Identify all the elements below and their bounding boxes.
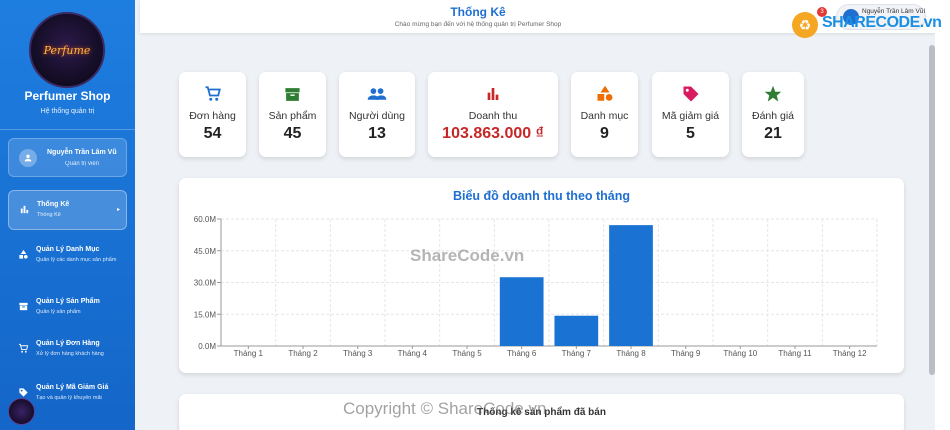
stat-card-users[interactable]: Người dùng 13 [339, 72, 415, 157]
sidebar-item-desc: Xử lý đơn hàng khách hàng [36, 351, 104, 357]
x-tick-label: Tháng 2 [288, 349, 318, 358]
x-tick-label: Tháng 7 [562, 349, 592, 358]
sidebar-item-desc: Thống Kê [37, 212, 61, 218]
x-tick-label: Tháng 1 [234, 349, 264, 358]
stat-card-coupons[interactable]: Mã giảm giá 5 [652, 72, 729, 157]
scrollbar-track[interactable] [935, 0, 950, 430]
floating-logo-button[interactable] [8, 398, 35, 425]
chart-bar [609, 225, 653, 346]
sidebar-item-label: Thống Kê [37, 201, 70, 208]
recycle-icon: ♻ [792, 12, 818, 38]
stat-value: 5 [686, 125, 695, 142]
stat-card-revenue[interactable]: Doanh thu 103.863.000 ₫ [428, 72, 558, 157]
shop-logo[interactable]: Perfume [29, 12, 105, 88]
logo-lettering: Perfume [43, 43, 91, 57]
y-tick-label: 0.0M [198, 342, 216, 351]
stat-value: 9 [600, 125, 609, 142]
stat-card-reviews[interactable]: Đánh giá 21 [742, 72, 804, 157]
user-avatar-icon [19, 149, 37, 167]
page-subtitle: Chào mừng bạn đến với hệ thống quản trị … [394, 21, 562, 28]
stat-value: 45 [283, 125, 302, 142]
cart-icon [17, 343, 29, 355]
sidebar-item-orders[interactable]: Quản Lý Đơn Hàng Xử lý đơn hàng khách hà… [8, 330, 127, 370]
shop-name: Perfumer Shop [24, 89, 111, 103]
x-tick-label: Tháng 6 [507, 349, 537, 358]
stat-value: 13 [368, 125, 386, 142]
sidebar-item-categories[interactable]: Quản Lý Danh Mục Quản lý các danh mục sả… [8, 236, 127, 276]
sidebar-item-label: Quản Lý Sản Phẩm [36, 298, 100, 305]
x-tick-label: Tháng 12 [833, 349, 867, 358]
archive-icon [259, 85, 326, 103]
x-tick-label: Tháng 8 [616, 349, 646, 358]
sidebar-item-label: Quản Lý Đơn Hàng [36, 340, 100, 347]
copyright-watermark: Copyright © ShareCode.vn [343, 399, 547, 418]
sidebar-item-label: Quản Lý Mã Giảm Giá [36, 384, 109, 391]
stat-card-products[interactable]: Sản phẩm 45 [259, 72, 326, 157]
chevron-right-icon: ▸ [116, 207, 120, 213]
revenue-chart-card: Biểu đồ doanh thu theo tháng 0.0M 15.0M 30… [179, 178, 904, 373]
stat-label: Mã giảm giá [661, 110, 720, 122]
sidebar-item-desc: Tạo và quản lý khuyến mãi [36, 395, 102, 401]
stat-value: 54 [203, 125, 222, 142]
sidebar-item-desc: Quản lý sản phẩm [36, 309, 81, 315]
stat-label: Doanh thu [468, 110, 518, 122]
user-name: Nguyễn Trần Lâm Vũ [47, 149, 117, 156]
stat-value: 103.863.000 ₫ [442, 125, 544, 142]
chart-bar [499, 277, 544, 346]
sidebar-item-statistics[interactable]: Thống Kê Thống Kê ▸ [8, 190, 127, 230]
center-watermark: ShareCode.vn [410, 246, 525, 265]
shop-subtitle: Hệ thống quản trị [40, 108, 95, 115]
chart-bar [554, 315, 599, 346]
revenue-bar-chart: 0.0M 15.0M 30.0M 45.0M 60.0M Tháng 1 Tháng 2 Th… [194, 215, 878, 358]
stat-label: Đơn hàng [189, 110, 236, 122]
x-tick-label: Tháng 4 [398, 349, 428, 358]
shapes-icon [571, 85, 638, 103]
x-tick-label: Tháng 9 [671, 349, 701, 358]
sharecode-watermark-logo: ♻ SHARECODE.vn [790, 8, 942, 42]
y-tick-label: 30.0M [194, 279, 217, 288]
star-icon [742, 85, 804, 103]
x-tick-label: Tháng 10 [723, 349, 757, 358]
x-tick-label: Tháng 5 [452, 349, 482, 358]
sidebar-item-label: Quản Lý Danh Mục [36, 246, 100, 253]
y-tick-label: 15.0M [194, 310, 217, 319]
bar-chart-icon [18, 204, 30, 216]
archive-icon [17, 301, 29, 313]
stat-label: Người dùng [349, 110, 405, 122]
watermark-logo-text: SHARECODE.vn [822, 14, 942, 31]
sidebar-user-card[interactable]: Nguyễn Trần Lâm Vũ Quản trị viên [8, 138, 127, 177]
x-tick-label: Tháng 3 [343, 349, 373, 358]
people-icon [339, 85, 415, 103]
tag-icon [652, 85, 729, 103]
stat-label: Đánh giá [751, 110, 795, 122]
sidebar-item-products[interactable]: Quản Lý Sản Phẩm Quản lý sản phẩm [8, 288, 127, 328]
stat-card-categories[interactable]: Danh mục 9 [571, 72, 638, 157]
sidebar: Perfume Perfumer Shop Hệ thống quản trị … [0, 0, 135, 430]
y-tick-label: 45.0M [194, 247, 217, 256]
page-title: Thống Kê [450, 5, 506, 19]
user-role: Quản trị viên [65, 161, 100, 167]
sidebar-divider [0, 129, 135, 130]
stat-label: Sản phẩm [268, 110, 317, 122]
stat-card-orders[interactable]: Đơn hàng 54 [179, 72, 246, 157]
stat-value: 21 [764, 125, 782, 142]
shapes-icon [17, 249, 29, 261]
y-tick-label: 60.0M [194, 215, 217, 224]
bar-chart-icon [428, 85, 558, 103]
stat-label: Danh mục [580, 110, 629, 122]
x-tick-label: Tháng 11 [778, 349, 812, 358]
cart-icon [179, 85, 246, 103]
scrollbar-thumb[interactable] [929, 45, 935, 375]
sidebar-item-desc: Quản lý các danh mục sản phẩm [36, 257, 117, 263]
